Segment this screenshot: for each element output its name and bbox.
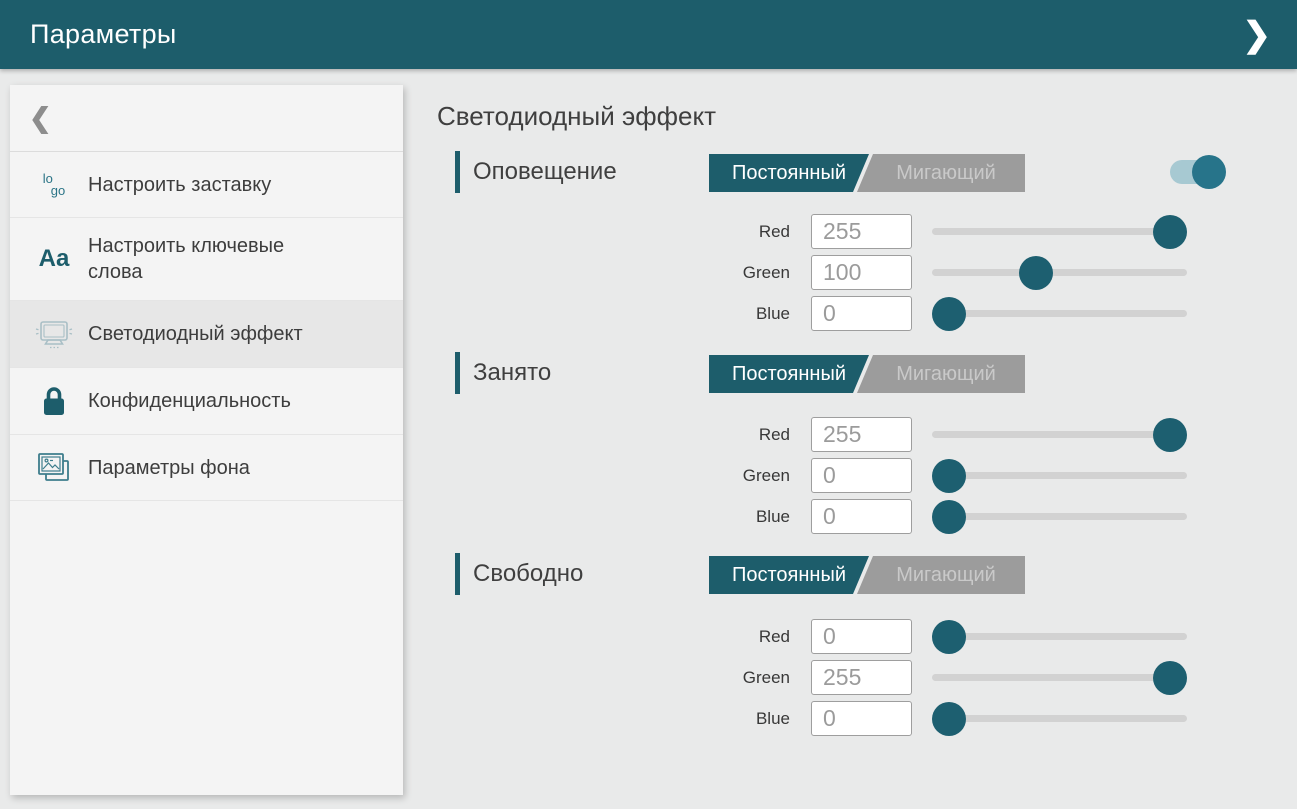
- rgb-rows-notification: Red Green Blue: [700, 214, 1220, 337]
- green-slider[interactable]: [932, 661, 1187, 695]
- channel-label: Blue: [700, 304, 790, 324]
- channel-row-red: Red: [700, 417, 1220, 452]
- mode-blinking-button[interactable]: Мигающий: [857, 154, 1025, 192]
- channel-row-blue: Blue: [700, 296, 1220, 331]
- section-header-busy: Занято: [455, 352, 551, 394]
- red-slider[interactable]: [932, 418, 1187, 452]
- sidebar-item-label: Конфиденциальность: [88, 388, 301, 414]
- rgb-rows-busy: Red Green Blue: [700, 417, 1220, 540]
- channel-label: Green: [700, 466, 790, 486]
- channel-row-blue: Blue: [700, 701, 1220, 736]
- sidebar-item-label: Параметры фона: [88, 455, 260, 481]
- blue-slider[interactable]: [932, 500, 1187, 534]
- red-value-input[interactable]: [811, 619, 912, 654]
- section-title: Свободно: [473, 560, 583, 588]
- channel-label: Green: [700, 668, 790, 688]
- section-header-notification: Оповещение: [455, 151, 617, 193]
- back-button[interactable]: ❮: [10, 85, 403, 152]
- channel-label: Red: [700, 627, 790, 647]
- section-accent-bar: [455, 151, 460, 193]
- channel-row-green: Green: [700, 458, 1220, 493]
- channel-row-green: Green: [700, 660, 1220, 695]
- blue-slider[interactable]: [932, 297, 1187, 331]
- channel-label: Red: [700, 222, 790, 242]
- channel-row-red: Red: [700, 214, 1220, 249]
- channel-row-red: Red: [700, 619, 1220, 654]
- section-accent-bar: [455, 553, 460, 595]
- back-chevron-icon: ❮: [29, 103, 52, 134]
- sidebar-item-label: Светодиодный эффект: [88, 321, 313, 347]
- red-slider[interactable]: [932, 215, 1187, 249]
- mode-blinking-button[interactable]: Мигающий: [857, 556, 1025, 594]
- green-value-input[interactable]: [811, 255, 912, 290]
- mode-blinking-button[interactable]: Мигающий: [857, 355, 1025, 393]
- letters-icon: Aa: [31, 245, 77, 273]
- images-icon: [31, 450, 77, 486]
- mode-toggle-notification: Постоянный Мигающий: [709, 154, 1025, 192]
- power-toggle-knob: [1192, 155, 1226, 189]
- red-slider[interactable]: [932, 620, 1187, 654]
- blue-value-input[interactable]: [811, 499, 912, 534]
- section-accent-bar: [455, 352, 460, 394]
- red-value-input[interactable]: [811, 417, 912, 452]
- main-page-title: Светодиодный эффект: [437, 101, 716, 132]
- green-value-input[interactable]: [811, 458, 912, 493]
- blue-slider[interactable]: [932, 702, 1187, 736]
- sidebar-item-keywords[interactable]: Aa Настроить ключевые слова: [10, 218, 403, 301]
- expand-chevron-icon[interactable]: ❯: [1235, 0, 1280, 69]
- channel-row-blue: Blue: [700, 499, 1220, 534]
- sidebar-item-screensaver[interactable]: logo Настроить заставку: [10, 152, 403, 218]
- blue-value-input[interactable]: [811, 296, 912, 331]
- sidebar-item-label: Настроить ключевые слова: [88, 233, 338, 285]
- green-slider[interactable]: [932, 256, 1187, 290]
- channel-label: Green: [700, 263, 790, 283]
- channel-label: Blue: [700, 507, 790, 527]
- sidebar-item-privacy[interactable]: Конфиденциальность: [10, 368, 403, 435]
- page-title: Параметры: [30, 19, 177, 50]
- channel-label: Blue: [700, 709, 790, 729]
- sidebar-item-label: Настроить заставку: [88, 172, 281, 198]
- mode-constant-button[interactable]: Постоянный: [709, 556, 869, 594]
- green-value-input[interactable]: [811, 660, 912, 695]
- lock-icon: [31, 385, 77, 418]
- green-slider[interactable]: [932, 459, 1187, 493]
- logo-icon: logo: [31, 173, 77, 197]
- section-header-free: Свободно: [455, 553, 583, 595]
- mode-constant-button[interactable]: Постоянный: [709, 154, 869, 192]
- section-title: Оповещение: [473, 158, 617, 186]
- power-toggle[interactable]: [1170, 160, 1230, 184]
- mode-constant-button[interactable]: Постоянный: [709, 355, 869, 393]
- blue-value-input[interactable]: [811, 701, 912, 736]
- app-header: Параметры ❯: [0, 0, 1297, 69]
- monitor-icon: [31, 317, 77, 351]
- settings-sidebar: ❮ logo Настроить заставку Aa Настроить к…: [10, 85, 403, 795]
- section-title: Занято: [473, 359, 551, 387]
- sidebar-item-led-effect[interactable]: Светодиодный эффект: [10, 301, 403, 368]
- mode-toggle-busy: Постоянный Мигающий: [709, 355, 1025, 393]
- sidebar-item-background[interactable]: Параметры фона: [10, 435, 403, 501]
- mode-toggle-free: Постоянный Мигающий: [709, 556, 1025, 594]
- channel-row-green: Green: [700, 255, 1220, 290]
- red-value-input[interactable]: [811, 214, 912, 249]
- rgb-rows-free: Red Green Blue: [700, 619, 1220, 742]
- channel-label: Red: [700, 425, 790, 445]
